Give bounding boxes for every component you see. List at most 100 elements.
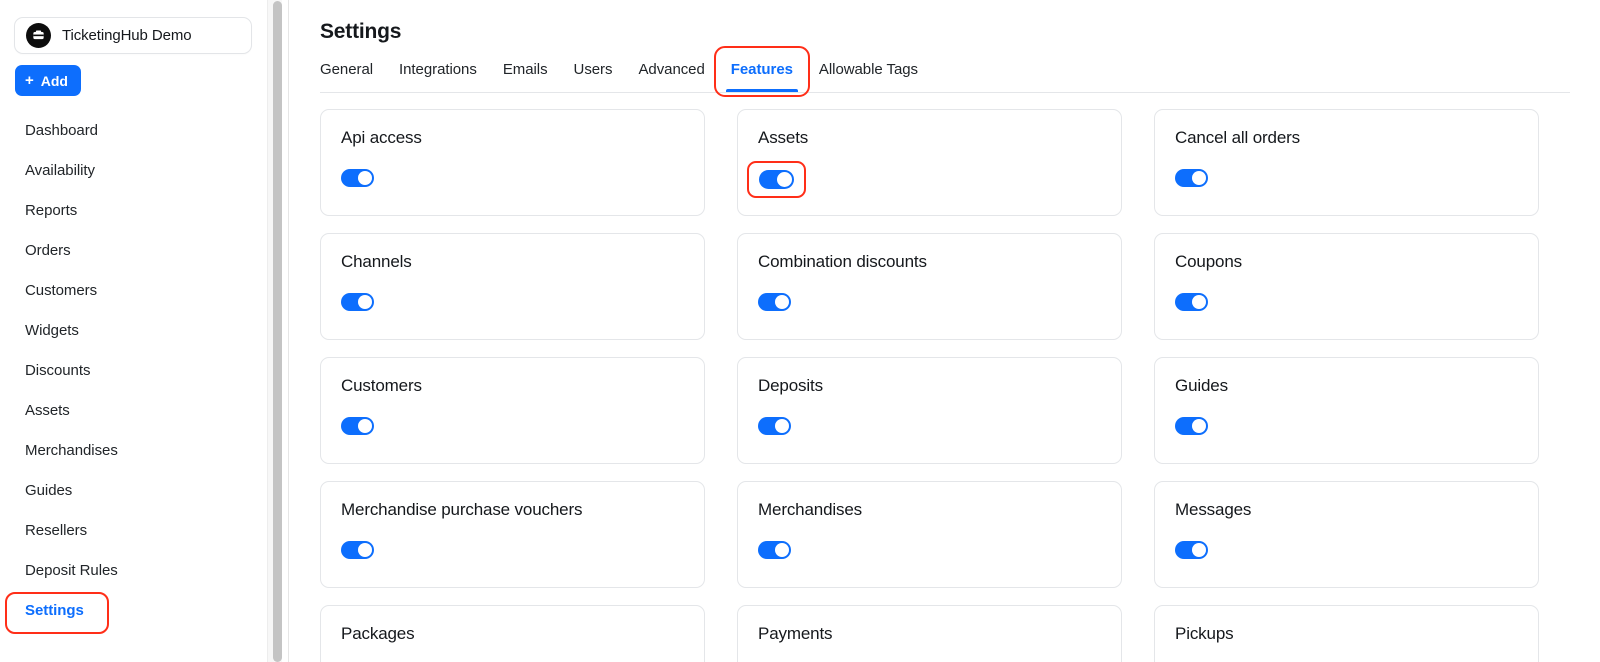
sidebar-item-label: Resellers (25, 521, 88, 539)
feature-toggle[interactable] (1175, 540, 1208, 559)
feature-card-title: Channels (341, 252, 412, 271)
feature-toggle-wrapper (1175, 272, 1208, 311)
org-switcher[interactable]: TicketingHub Demo (14, 17, 252, 54)
feature-card-title: Guides (1175, 376, 1228, 395)
tab-label: Features (730, 61, 793, 78)
sidebar-item-reports[interactable]: Reports (0, 190, 266, 230)
feature-card: Combination discounts (737, 233, 1122, 340)
feature-card: Payments (737, 605, 1122, 662)
page-title: Settings (320, 20, 402, 43)
tab-label: Allowable Tags (818, 61, 919, 78)
feature-toggle-wrapper (341, 148, 374, 187)
add-button[interactable]: + Add (15, 65, 81, 96)
feature-card: Pickups (1154, 605, 1539, 662)
feature-card: Merchandise purchase vouchers (320, 481, 705, 588)
feature-card: Assets (737, 109, 1122, 216)
sidebar-item-label: Reports (25, 201, 78, 219)
toggle-knob (358, 294, 372, 309)
sidebar-item-resellers[interactable]: Resellers (0, 510, 266, 550)
feature-toggle[interactable] (341, 416, 374, 435)
feature-toggle[interactable] (758, 540, 791, 559)
feature-card: Deposits (737, 357, 1122, 464)
feature-toggle-wrapper (758, 644, 791, 662)
feature-toggle[interactable] (341, 292, 374, 311)
feature-card-title: Messages (1175, 500, 1252, 519)
tab-label: Users (573, 61, 613, 78)
feature-card-title: Assets (758, 128, 809, 147)
app-root: TicketingHub Demo + Add Dashboard Availab… (0, 0, 1600, 662)
sidebar-item-settings[interactable]: Settings (0, 590, 266, 634)
feature-card: Customers (320, 357, 705, 464)
feature-card-title: Merchandises (758, 500, 863, 519)
sidebar-item-label: Settings (25, 601, 84, 619)
feature-toggle[interactable] (758, 292, 791, 311)
main-content: Settings General Integrations Emails Users A… (289, 0, 1600, 662)
feature-toggle-wrapper (1175, 520, 1208, 559)
tab-label: General (320, 61, 374, 78)
sidebar-item-merchandises[interactable]: Merchandises (0, 430, 266, 470)
toggle-knob (358, 542, 372, 557)
sidebar-item-label: Deposit Rules (25, 561, 118, 579)
feature-card: Coupons (1154, 233, 1539, 340)
feature-card-title: Combination discounts (758, 252, 927, 271)
sidebar-item-label: Assets (25, 401, 70, 419)
toggle-knob (1192, 294, 1206, 309)
feature-grid: Api access Assets Cancel all orders Channel… (320, 109, 1570, 662)
sidebar-item-deposit-rules[interactable]: Deposit Rules (0, 550, 266, 590)
tab-integrations[interactable]: Integrations (386, 55, 490, 92)
sidebar-item-orders[interactable]: Orders (0, 230, 266, 270)
settings-tabs: General Integrations Emails Users Advanced Fe… (320, 46, 1570, 97)
tab-users[interactable]: Users (561, 55, 626, 92)
feature-card-title: Api access (341, 128, 422, 147)
sidebar-item-dashboard[interactable]: Dashboard (0, 110, 266, 150)
feature-card-title: Payments (758, 624, 833, 643)
tab-label: Advanced (638, 61, 705, 78)
feature-toggle[interactable] (341, 540, 374, 559)
sidebar-item-label: Availability (25, 161, 95, 179)
toggle-knob (1192, 542, 1206, 557)
tab-general[interactable]: General (320, 55, 386, 92)
feature-card: Packages (320, 605, 705, 662)
sidebar-item-label: Discounts (25, 361, 91, 379)
plus-icon: + (25, 71, 34, 89)
feature-card-title: Cancel all orders (1175, 128, 1301, 147)
add-button-label: Add (40, 72, 68, 89)
sidebar-item-label: Customers (25, 281, 98, 299)
feature-toggle[interactable] (341, 168, 374, 187)
sidebar-item-label: Merchandises (25, 441, 118, 459)
tab-label: Integrations (399, 61, 477, 78)
feature-card-title: Merchandise purchase vouchers (341, 500, 583, 519)
sidebar-item-widgets[interactable]: Widgets (0, 310, 266, 350)
sidebar-scrollbar-thumb[interactable] (273, 1, 282, 662)
feature-toggle-wrapper (341, 272, 374, 311)
sidebar-nav: Dashboard Availability Reports Orders Custom… (0, 110, 266, 634)
feature-toggle[interactable] (1175, 416, 1208, 435)
toggle-knob (1192, 418, 1206, 433)
sidebar-item-discounts[interactable]: Discounts (0, 350, 266, 390)
feature-toggle-wrapper (1175, 644, 1208, 662)
sidebar-item-guides[interactable]: Guides (0, 470, 266, 510)
feature-toggle[interactable] (759, 169, 794, 189)
sidebar-item-availability[interactable]: Availability (0, 150, 266, 190)
tab-advanced[interactable]: Advanced (625, 55, 717, 92)
feature-toggle[interactable] (758, 416, 791, 435)
toggle-knob (1192, 170, 1206, 185)
sidebar-item-label: Orders (25, 241, 71, 259)
tab-allowable-tags[interactable]: Allowable Tags (806, 55, 931, 92)
feature-card: Merchandises (737, 481, 1122, 588)
feature-toggle[interactable] (1175, 292, 1208, 311)
sidebar-item-customers[interactable]: Customers (0, 270, 266, 310)
sidebar-item-label: Guides (25, 481, 73, 499)
feature-toggle[interactable] (1175, 168, 1208, 187)
feature-card-title: Pickups (1175, 624, 1234, 643)
tab-features[interactable]: Features (713, 46, 811, 97)
feature-toggle-wrapper (1175, 148, 1208, 187)
feature-card: Guides (1154, 357, 1539, 464)
sidebar-item-assets[interactable]: Assets (0, 390, 266, 430)
toggle-knob (777, 171, 792, 187)
sidebar: TicketingHub Demo + Add Dashboard Availab… (0, 0, 266, 662)
feature-card-title: Deposits (758, 376, 823, 395)
tab-emails[interactable]: Emails (490, 55, 561, 92)
feature-card: Api access (320, 109, 705, 216)
feature-card: Channels (320, 233, 705, 340)
